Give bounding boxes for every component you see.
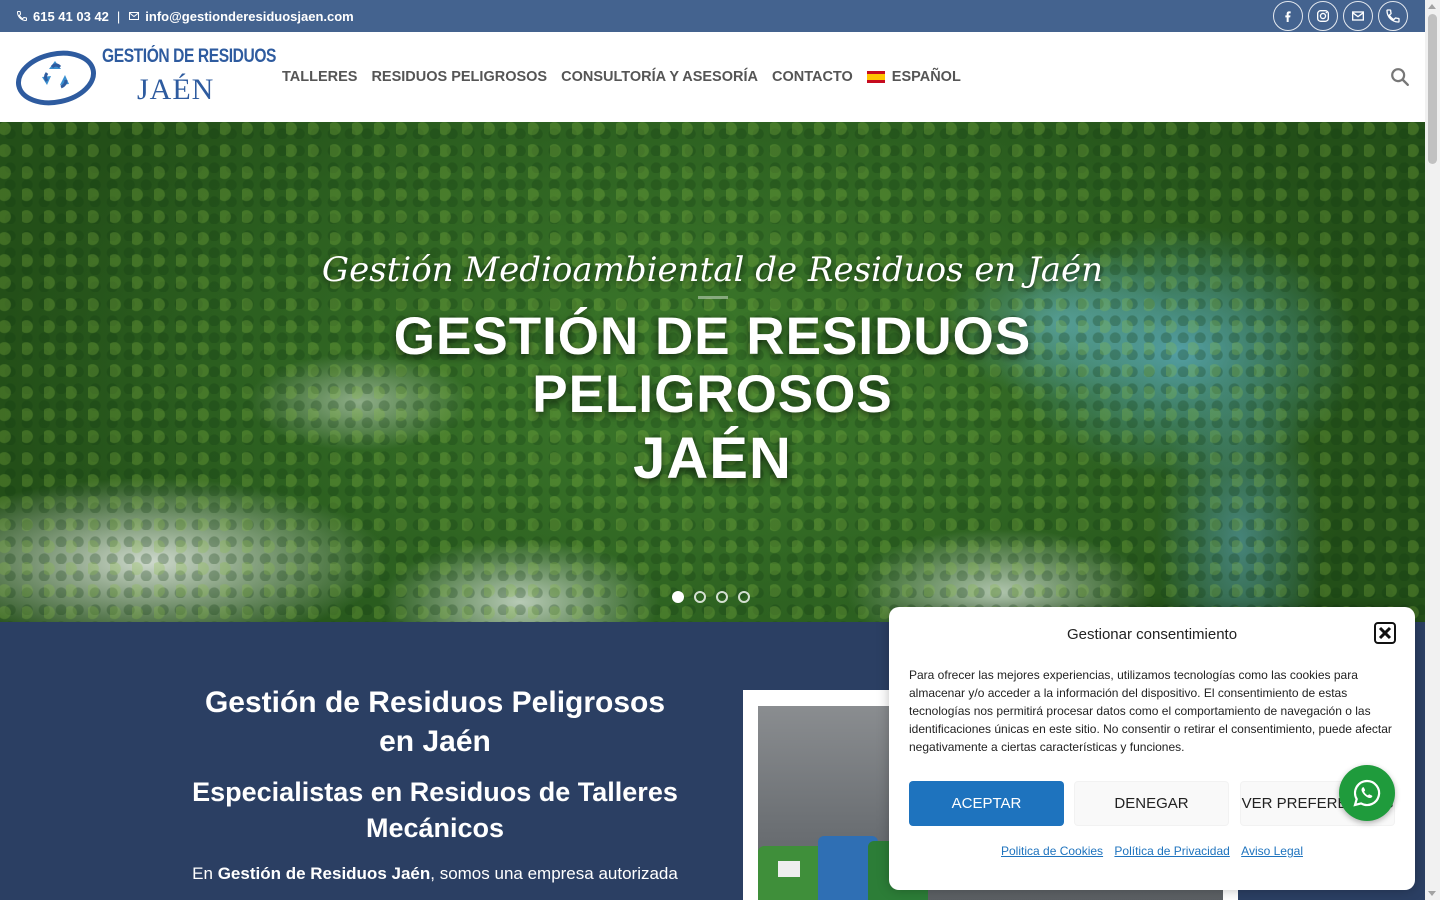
whatsapp-icon: [1353, 779, 1381, 807]
envelope-icon: [129, 12, 140, 20]
phone-icon: [1386, 9, 1400, 23]
site-header: GESTIÓN DE RESIDUOS JAÉN TALLERES RESIDU…: [0, 32, 1425, 122]
main-nav: TALLERES RESIDUOS PELIGROSOS CONSULTORÍA…: [282, 32, 961, 122]
top-bar: 615 41 03 42 | info@gestionderesiduosjae…: [0, 0, 1425, 32]
cookie-policy-link[interactable]: Politica de Cookies: [1001, 844, 1103, 858]
slider-dots: [672, 591, 750, 603]
email-button[interactable]: [1343, 1, 1373, 31]
logo-text-line2: JAÉN: [137, 73, 215, 106]
privacy-policy-link[interactable]: Política de Privacidad: [1114, 844, 1229, 858]
nav-item-residuos-peligrosos[interactable]: RESIDUOS PELIGROSOS: [371, 69, 547, 85]
cookie-text: Para ofrecer las mejores experiencias, u…: [909, 668, 1392, 754]
separator: |: [116, 8, 121, 24]
language-label: ESPAÑOL: [891, 69, 961, 85]
nav-item-contacto[interactable]: CONTACTO: [772, 69, 853, 85]
close-icon[interactable]: [1374, 622, 1396, 644]
page-scrollbar[interactable]: [1425, 0, 1440, 900]
instagram-icon: [1317, 10, 1329, 22]
instagram-button[interactable]: [1308, 1, 1338, 31]
barrel-label: [778, 861, 800, 877]
facebook-button[interactable]: [1273, 1, 1303, 31]
cookie-links: Politica de Cookies Política de Privacid…: [889, 844, 1415, 858]
facebook-icon: [1285, 11, 1291, 22]
language-switcher[interactable]: ESPAÑOL: [866, 69, 961, 85]
nav-item-consultoria[interactable]: CONSULTORÍA Y ASESORÍA: [561, 69, 758, 85]
cookie-title: Gestionar consentimiento: [1066, 626, 1238, 643]
section-subheading: Especialistas en Residuos de Talleres Me…: [192, 777, 678, 843]
spain-flag-icon: [866, 71, 885, 83]
scroll-up-arrow-icon[interactable]: [1428, 4, 1436, 9]
recycle-logo-icon: [16, 50, 97, 106]
slider-dot-1[interactable]: [672, 591, 684, 603]
cookie-consent-dialog: Gestionar consentimiento Para ofrecer la…: [889, 607, 1415, 890]
site-logo[interactable]: GESTIÓN DE RESIDUOS JAÉN: [16, 40, 276, 112]
envelope-icon: [1352, 11, 1364, 21]
search-icon[interactable]: [1389, 66, 1411, 88]
nav-item-talleres[interactable]: TALLERES: [282, 69, 357, 85]
scroll-thumb[interactable]: [1428, 14, 1437, 164]
social-links: [1273, 1, 1408, 31]
section-text: En Gestión de Residuos Jaén, somos una e…: [192, 864, 678, 883]
topbar-contact: 615 41 03 42 | info@gestionderesiduosjae…: [16, 0, 354, 32]
whatsapp-button[interactable]: [1339, 765, 1395, 821]
hero-divider: [698, 296, 728, 299]
scroll-down-arrow-icon[interactable]: [1428, 891, 1436, 896]
hero-title: GESTIÓN DE RESIDUOS PELIGROSOS JAÉN: [0, 308, 1425, 488]
accept-button[interactable]: ACEPTAR: [909, 781, 1064, 826]
hero-subtitle: Gestión Medioambiental de Residuos en Ja…: [321, 250, 1104, 290]
phone-icon: [16, 11, 27, 22]
phone-button[interactable]: [1378, 1, 1408, 31]
slider-dot-2[interactable]: [694, 591, 706, 603]
hero-title-line1: GESTIÓN DE RESIDUOS: [393, 307, 1032, 366]
hero-title-line3: JAÉN: [633, 426, 792, 491]
hero-slider[interactable]: Gestión Medioambiental de Residuos en Ja…: [0, 122, 1425, 622]
slider-dot-4[interactable]: [738, 591, 750, 603]
legal-notice-link[interactable]: Aviso Legal: [1241, 844, 1303, 858]
logo-text-line1: GESTIÓN DE RESIDUOS: [102, 46, 277, 67]
phone-link[interactable]: 615 41 03 42: [33, 9, 109, 24]
section-heading: Gestión de Residuos Peligrosos en Jaén: [204, 686, 666, 758]
deny-button[interactable]: DENEGAR: [1074, 781, 1229, 826]
slider-dot-3[interactable]: [716, 591, 728, 603]
email-link[interactable]: info@gestionderesiduosjaen.com: [145, 9, 353, 24]
hero-title-line2: PELIGROSOS: [532, 365, 893, 424]
